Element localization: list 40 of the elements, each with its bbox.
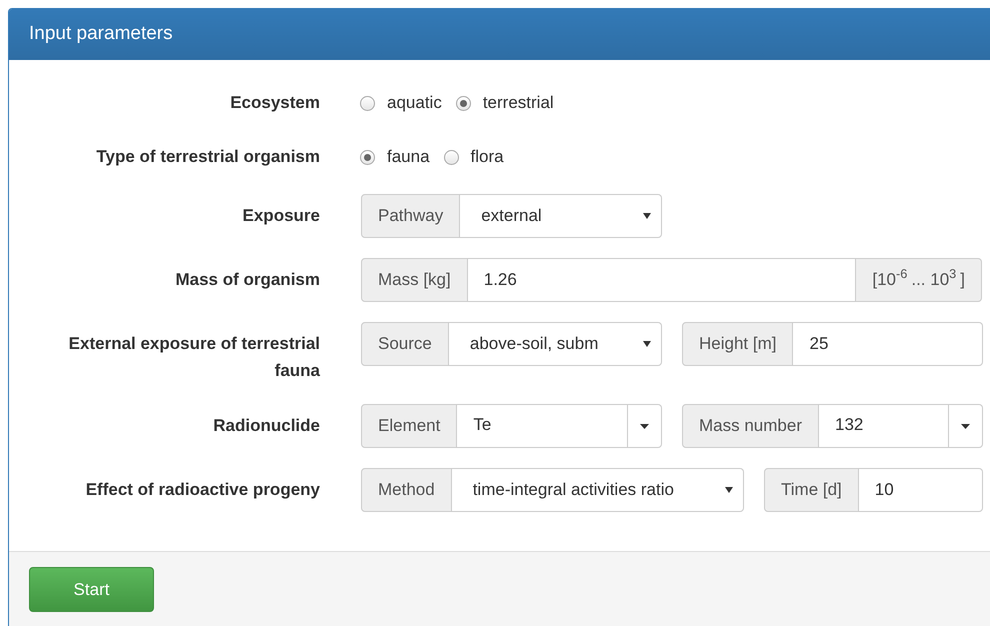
input-addon: Mass [kg] <box>361 258 468 302</box>
select-field[interactable]: time-integral activities ratio <box>452 468 744 512</box>
caret-icon <box>961 424 970 428</box>
field-label: Mass of organism <box>174 269 320 291</box>
radio-label: fauna <box>387 146 430 168</box>
input-field[interactable]: 10 <box>858 468 983 512</box>
input-addon: Height [m] <box>682 322 794 366</box>
field-label: Radionuclide <box>212 415 320 437</box>
caret-icon <box>640 424 649 428</box>
dropdown-button[interactable] <box>628 404 662 448</box>
panel-title: Input parameters <box>29 22 173 46</box>
radio-button[interactable] <box>456 96 471 110</box>
input-field[interactable]: 25 <box>793 322 983 366</box>
field-label: Ecosystem <box>229 92 320 114</box>
field-label: Effect of radioactive progeny <box>84 479 320 501</box>
dropdown-arrow-icon <box>643 213 651 219</box>
dropdown-button[interactable] <box>949 404 983 448</box>
field-label: External exposure of terrestrial fauna <box>68 333 320 382</box>
radio-label: flora <box>470 146 504 168</box>
dropdown-arrow-icon <box>725 487 733 493</box>
input-addon: Source <box>361 322 449 366</box>
input-addon: Element <box>361 404 458 448</box>
input-addon: Pathway <box>361 194 460 238</box>
field-label: Exposure <box>242 205 320 227</box>
input-addon: Mass number <box>682 404 819 448</box>
combo-field[interactable]: Te <box>457 404 628 448</box>
select-field[interactable]: above-soil, subm <box>448 322 662 366</box>
radio-label: terrestrial <box>482 92 554 114</box>
field-label: Type of terrestrial organism <box>95 146 320 168</box>
combo-field[interactable]: 132 <box>818 404 949 448</box>
radio-button[interactable] <box>360 96 375 110</box>
input-addon: [10$^{-6}$ ... 10$^{3}$] <box>856 258 982 302</box>
input-addon: Method <box>361 468 452 512</box>
radio-button[interactable] <box>444 150 459 164</box>
dropdown-arrow-icon <box>643 341 651 347</box>
radio-label: aquatic <box>387 92 442 114</box>
select-field[interactable]: external <box>460 194 662 238</box>
input-field[interactable]: 1.26 <box>468 258 856 302</box>
input-addon: Time [d] <box>764 468 859 512</box>
radio-button[interactable] <box>360 150 375 164</box>
